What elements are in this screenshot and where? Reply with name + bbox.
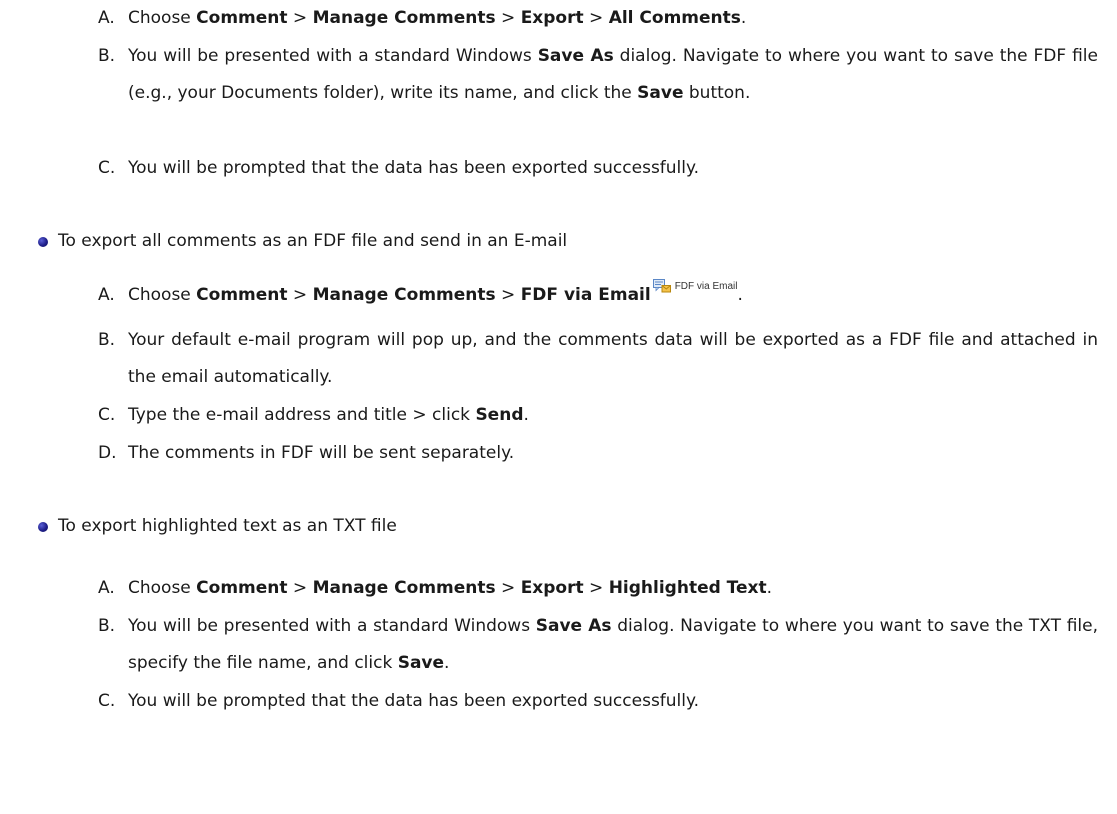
step-text: You will be prompted that the data has b… bbox=[128, 683, 1098, 720]
bold-text-run: Save bbox=[397, 653, 445, 673]
step-text: The comments in FDF will be sent separat… bbox=[128, 435, 1098, 472]
text-run: . bbox=[766, 578, 773, 598]
bold-text-run: Comment bbox=[196, 8, 288, 28]
text-run: > bbox=[495, 578, 521, 598]
text-run: Your default e-mail program will pop up,… bbox=[128, 330, 1098, 387]
bold-text-run: Comment bbox=[196, 578, 288, 598]
step-trailing: . bbox=[737, 285, 743, 305]
bold-text-run: Save As bbox=[537, 46, 614, 66]
bold-text-run: Send bbox=[475, 405, 524, 425]
text-run: You will be presented with a standard Wi… bbox=[128, 616, 536, 636]
text-run: Choose bbox=[128, 8, 197, 28]
step-text: Choose Comment > Manage Comments > Expor… bbox=[128, 0, 1098, 37]
text-run: > bbox=[287, 8, 313, 28]
text-run: button. bbox=[683, 83, 751, 103]
bold-text-run: All Comments bbox=[608, 8, 741, 28]
step-marker: A. bbox=[98, 578, 115, 598]
bold-text-run: Manage Comments bbox=[312, 578, 496, 598]
step-marker: B. bbox=[98, 46, 116, 66]
text-run: > bbox=[583, 578, 609, 598]
step-text: You will be presented with a standard Wi… bbox=[128, 608, 1098, 682]
email-attachment-icon bbox=[652, 279, 671, 293]
step-text: Choose Comment > Manage Comments > Expor… bbox=[128, 570, 1098, 607]
text-run: Type the e-mail address and title > clic… bbox=[128, 405, 476, 425]
step-text: You will be presented with a standard Wi… bbox=[128, 38, 1098, 112]
step-marker: A. bbox=[98, 285, 115, 305]
text-run: > bbox=[495, 8, 521, 28]
step-marker: C. bbox=[98, 405, 116, 425]
text-run: You will be prompted that the data has b… bbox=[128, 158, 700, 178]
fdf-via-email-icon: FDF via Email bbox=[652, 279, 738, 295]
text-run: > bbox=[287, 578, 313, 598]
bold-text-run: Export bbox=[520, 578, 584, 598]
bold-text-run: Manage Comments bbox=[312, 8, 496, 28]
step-marker: C. bbox=[98, 158, 116, 178]
step-marker: C. bbox=[98, 691, 116, 711]
step-marker: A. bbox=[98, 8, 115, 28]
text-run: . bbox=[523, 405, 529, 425]
text-run: The comments in FDF will be sent separat… bbox=[128, 443, 515, 463]
fdf-icon-label: FDF via Email bbox=[674, 281, 738, 292]
text-run: Choose bbox=[128, 578, 197, 598]
text-run: You will be prompted that the data has b… bbox=[128, 691, 700, 711]
bold-text-run: Manage Comments bbox=[312, 285, 496, 305]
text-run: . bbox=[444, 653, 450, 673]
step-text: You will be prompted that the data has b… bbox=[128, 150, 1098, 187]
text-run: . bbox=[740, 8, 747, 28]
bold-text-run: Comment bbox=[196, 285, 288, 305]
bullet-icon bbox=[38, 522, 48, 532]
bold-text-run: Save As bbox=[535, 616, 612, 636]
step-text-parts: Choose Comment > Manage Comments > FDF v… bbox=[128, 285, 651, 305]
bullet-icon bbox=[38, 237, 48, 247]
bold-text-run: FDF via Email bbox=[520, 285, 651, 305]
text-run: > bbox=[287, 285, 313, 305]
step-text: Type the e-mail address and title > clic… bbox=[128, 397, 1098, 434]
bullet-text: To export all comments as an FDF file an… bbox=[58, 231, 568, 251]
text-run: > bbox=[495, 285, 521, 305]
bold-text-run: Save bbox=[637, 83, 684, 103]
step-marker: B. bbox=[98, 616, 116, 636]
text-run: Choose bbox=[128, 285, 197, 305]
step-text: Choose Comment > Manage Comments > FDF v… bbox=[128, 277, 1098, 314]
bullet-text: To export highlighted text as an TXT fil… bbox=[58, 516, 397, 536]
step-marker: D. bbox=[98, 443, 117, 463]
step-text: Your default e-mail program will pop up,… bbox=[128, 322, 1098, 396]
bold-text-run: Highlighted Text bbox=[608, 578, 767, 598]
text-run: You will be presented with a standard Wi… bbox=[128, 46, 538, 66]
text-run: > bbox=[583, 8, 609, 28]
bold-text-run: Export bbox=[520, 8, 584, 28]
step-marker: B. bbox=[98, 330, 116, 350]
